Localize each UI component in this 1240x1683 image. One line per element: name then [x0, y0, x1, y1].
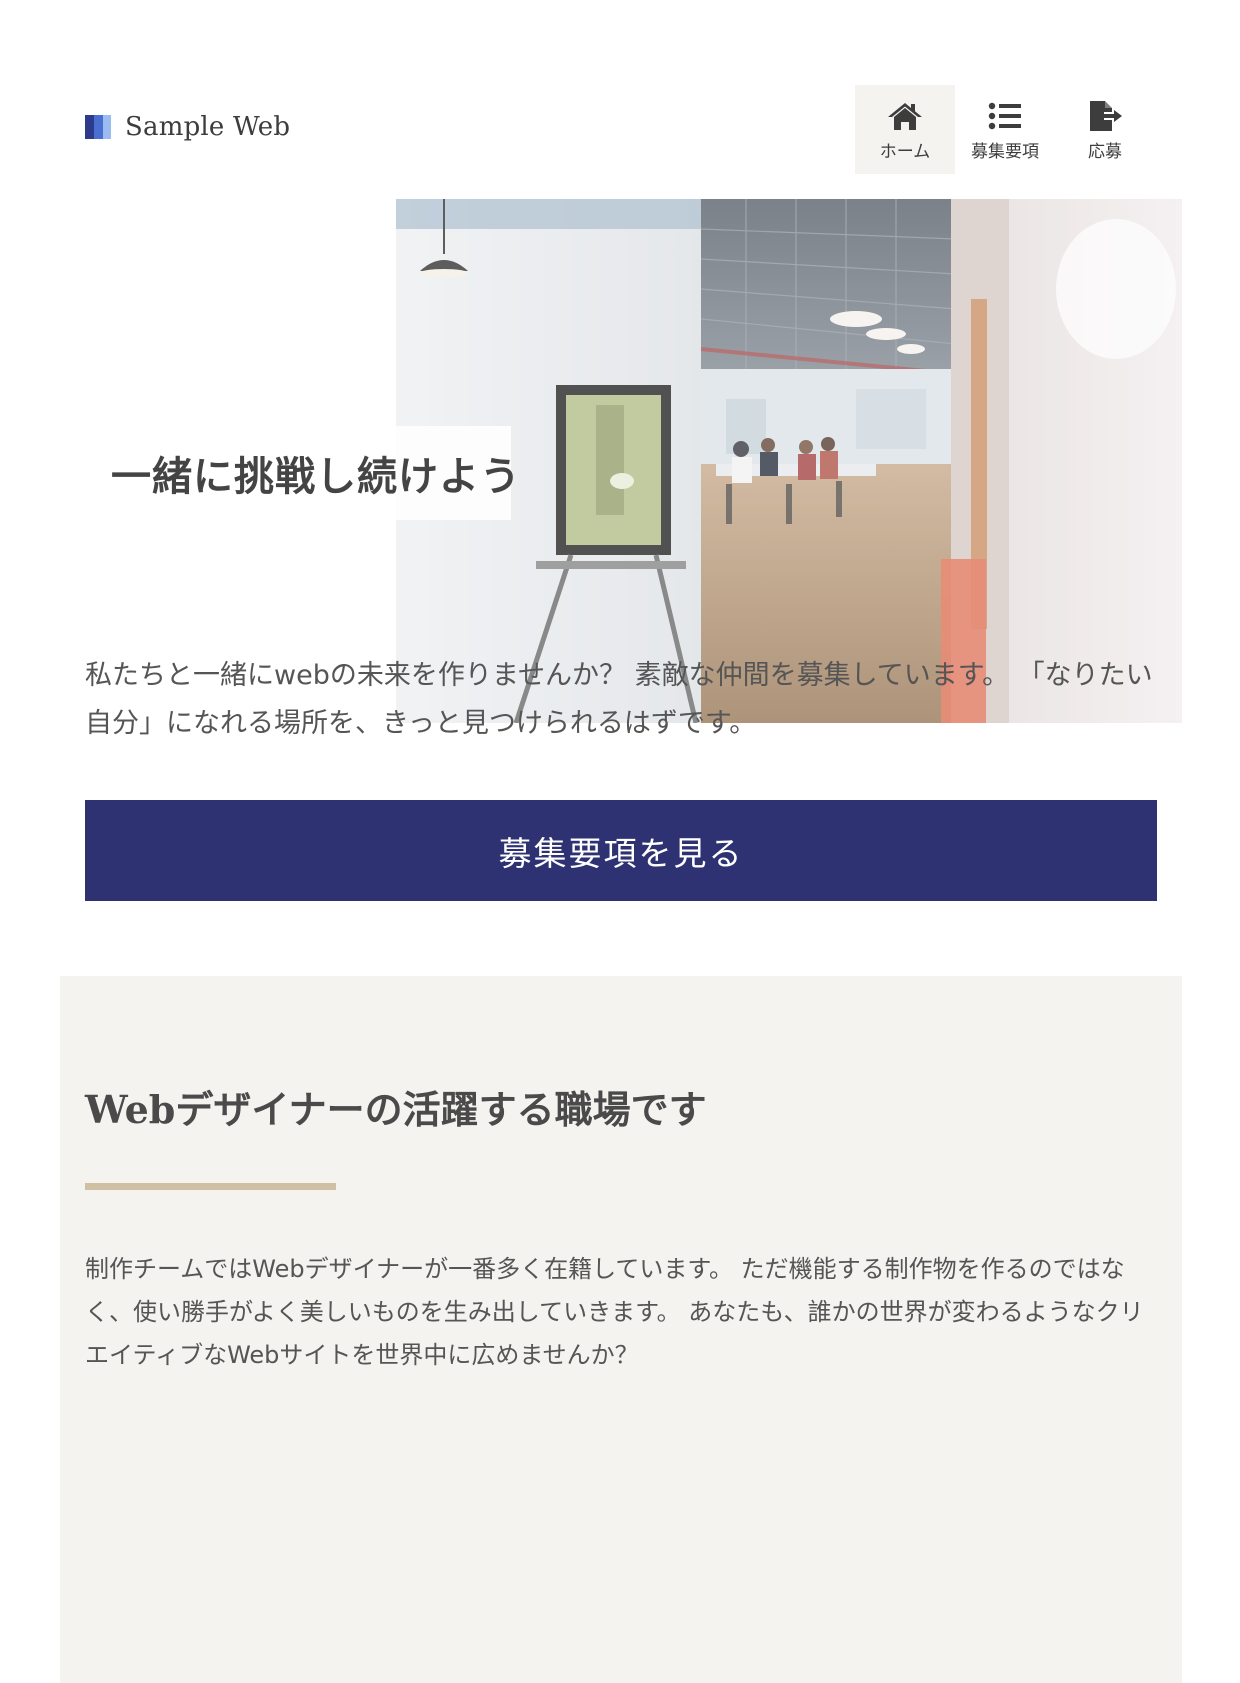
site-logo[interactable]: Sample Web [85, 112, 290, 142]
nav-label-requirements: 募集要項 [971, 142, 1039, 162]
nav-label-home: ホーム [879, 142, 931, 162]
nav-label-apply: 応募 [1088, 142, 1122, 162]
file-export-icon [1086, 99, 1124, 133]
hero-description: 私たちと一緒にwebの未来を作りませんか？ 素敵な仲間を募集しています。 「なり… [85, 660, 1153, 739]
section-divider [85, 1183, 336, 1190]
hero-title: 一緒に挑戦し続けよう [111, 454, 521, 500]
nav-item-requirements[interactable]: 募集要項 [955, 85, 1055, 174]
view-requirements-button[interactable]: 募集要項を見る [85, 800, 1157, 901]
section-description: 制作チームではWebデザイナーが一番多く在籍しています。 ただ機能する制作物を作… [85, 1255, 1144, 1369]
logo-text: Sample Web [125, 112, 291, 142]
hero-title-box: 一緒に挑戦し続けよう [85, 426, 520, 520]
main-nav: ホーム 募集要項 応募 [855, 85, 1155, 174]
home-icon [886, 99, 924, 133]
designer-section: Webデザイナーの活躍する職場です 制作チームではWebデザイナーが一番多く在籍… [60, 976, 1182, 1683]
nav-item-home[interactable]: ホーム [855, 85, 955, 174]
logo-mark-icon [85, 115, 111, 139]
list-icon [986, 99, 1024, 133]
nav-item-apply[interactable]: 応募 [1055, 85, 1155, 174]
section-title: Webデザイナーの活躍する職場です [85, 1087, 707, 1132]
